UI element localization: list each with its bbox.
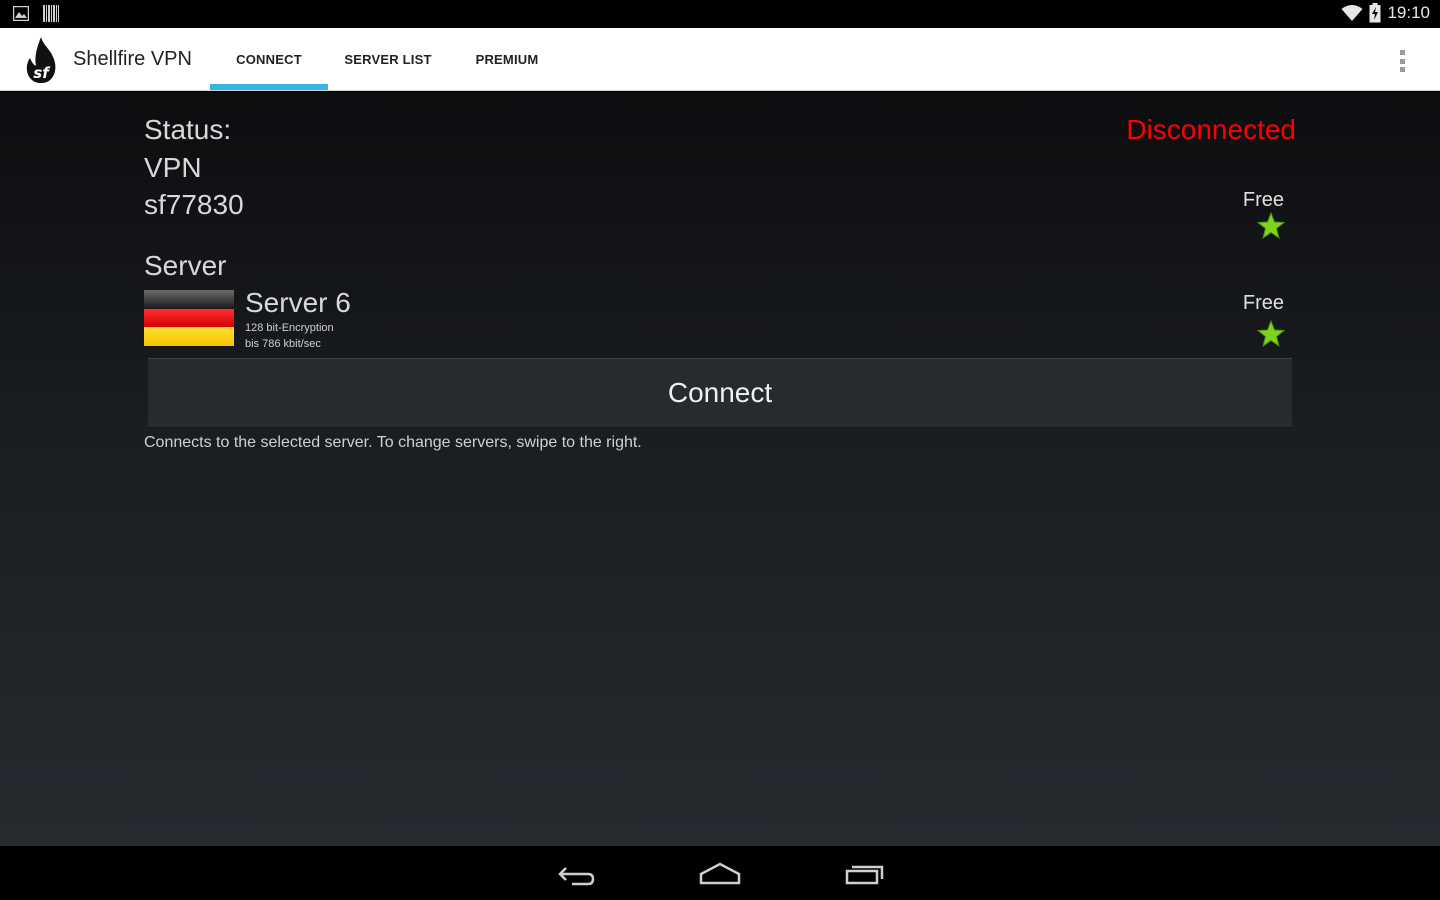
server-speed: bis 786 kbit/sec: [245, 338, 321, 350]
shellfire-flame-logo: sf: [26, 37, 56, 83]
back-icon[interactable]: [552, 858, 600, 890]
barcode-notification-icon: [43, 5, 59, 22]
server-label: Server: [144, 250, 227, 281]
germany-flag-icon: [144, 290, 234, 346]
battery-icon: [1369, 3, 1381, 23]
server-name: Server 6: [245, 287, 351, 318]
server-encryption: 128 bit-Encryption: [245, 322, 334, 334]
connect-hint: Connects to the selected server. To chan…: [144, 434, 642, 451]
tab-server-list[interactable]: SERVER LIST: [330, 28, 446, 91]
connect-panel: Status: Disconnected VPN sf77830 Free Se…: [0, 92, 1440, 846]
server-type: Free: [1242, 292, 1284, 314]
tab-connect[interactable]: CONNECT: [210, 28, 328, 91]
tab-premium[interactable]: PREMIUM: [452, 28, 562, 91]
svg-text:sf: sf: [33, 64, 51, 82]
image-notification-icon: [13, 6, 29, 21]
navigation-bar: [0, 846, 1440, 900]
app-title: Shellfire VPN: [73, 48, 192, 70]
free-star-icon: [1257, 212, 1285, 240]
status-value: Disconnected: [1126, 114, 1296, 145]
vpn-id: sf77830: [144, 189, 244, 220]
connect-button[interactable]: Connect: [148, 358, 1292, 428]
vpn-label: VPN: [144, 152, 202, 183]
selected-tab-indicator: [210, 84, 328, 90]
vpn-account-type: Free: [1242, 189, 1284, 211]
overflow-menu-icon[interactable]: [1390, 48, 1414, 74]
free-star-icon: [1257, 320, 1285, 348]
home-icon[interactable]: [696, 858, 744, 890]
status-bar: 19:10: [0, 0, 1440, 28]
recent-apps-icon[interactable]: [842, 858, 890, 890]
clock: 19:10: [1387, 3, 1430, 22]
wifi-icon: [1341, 5, 1363, 21]
action-bar: sf Shellfire VPN CONNECT SERVER LIST PRE…: [0, 28, 1440, 91]
status-label: Status:: [144, 114, 232, 145]
